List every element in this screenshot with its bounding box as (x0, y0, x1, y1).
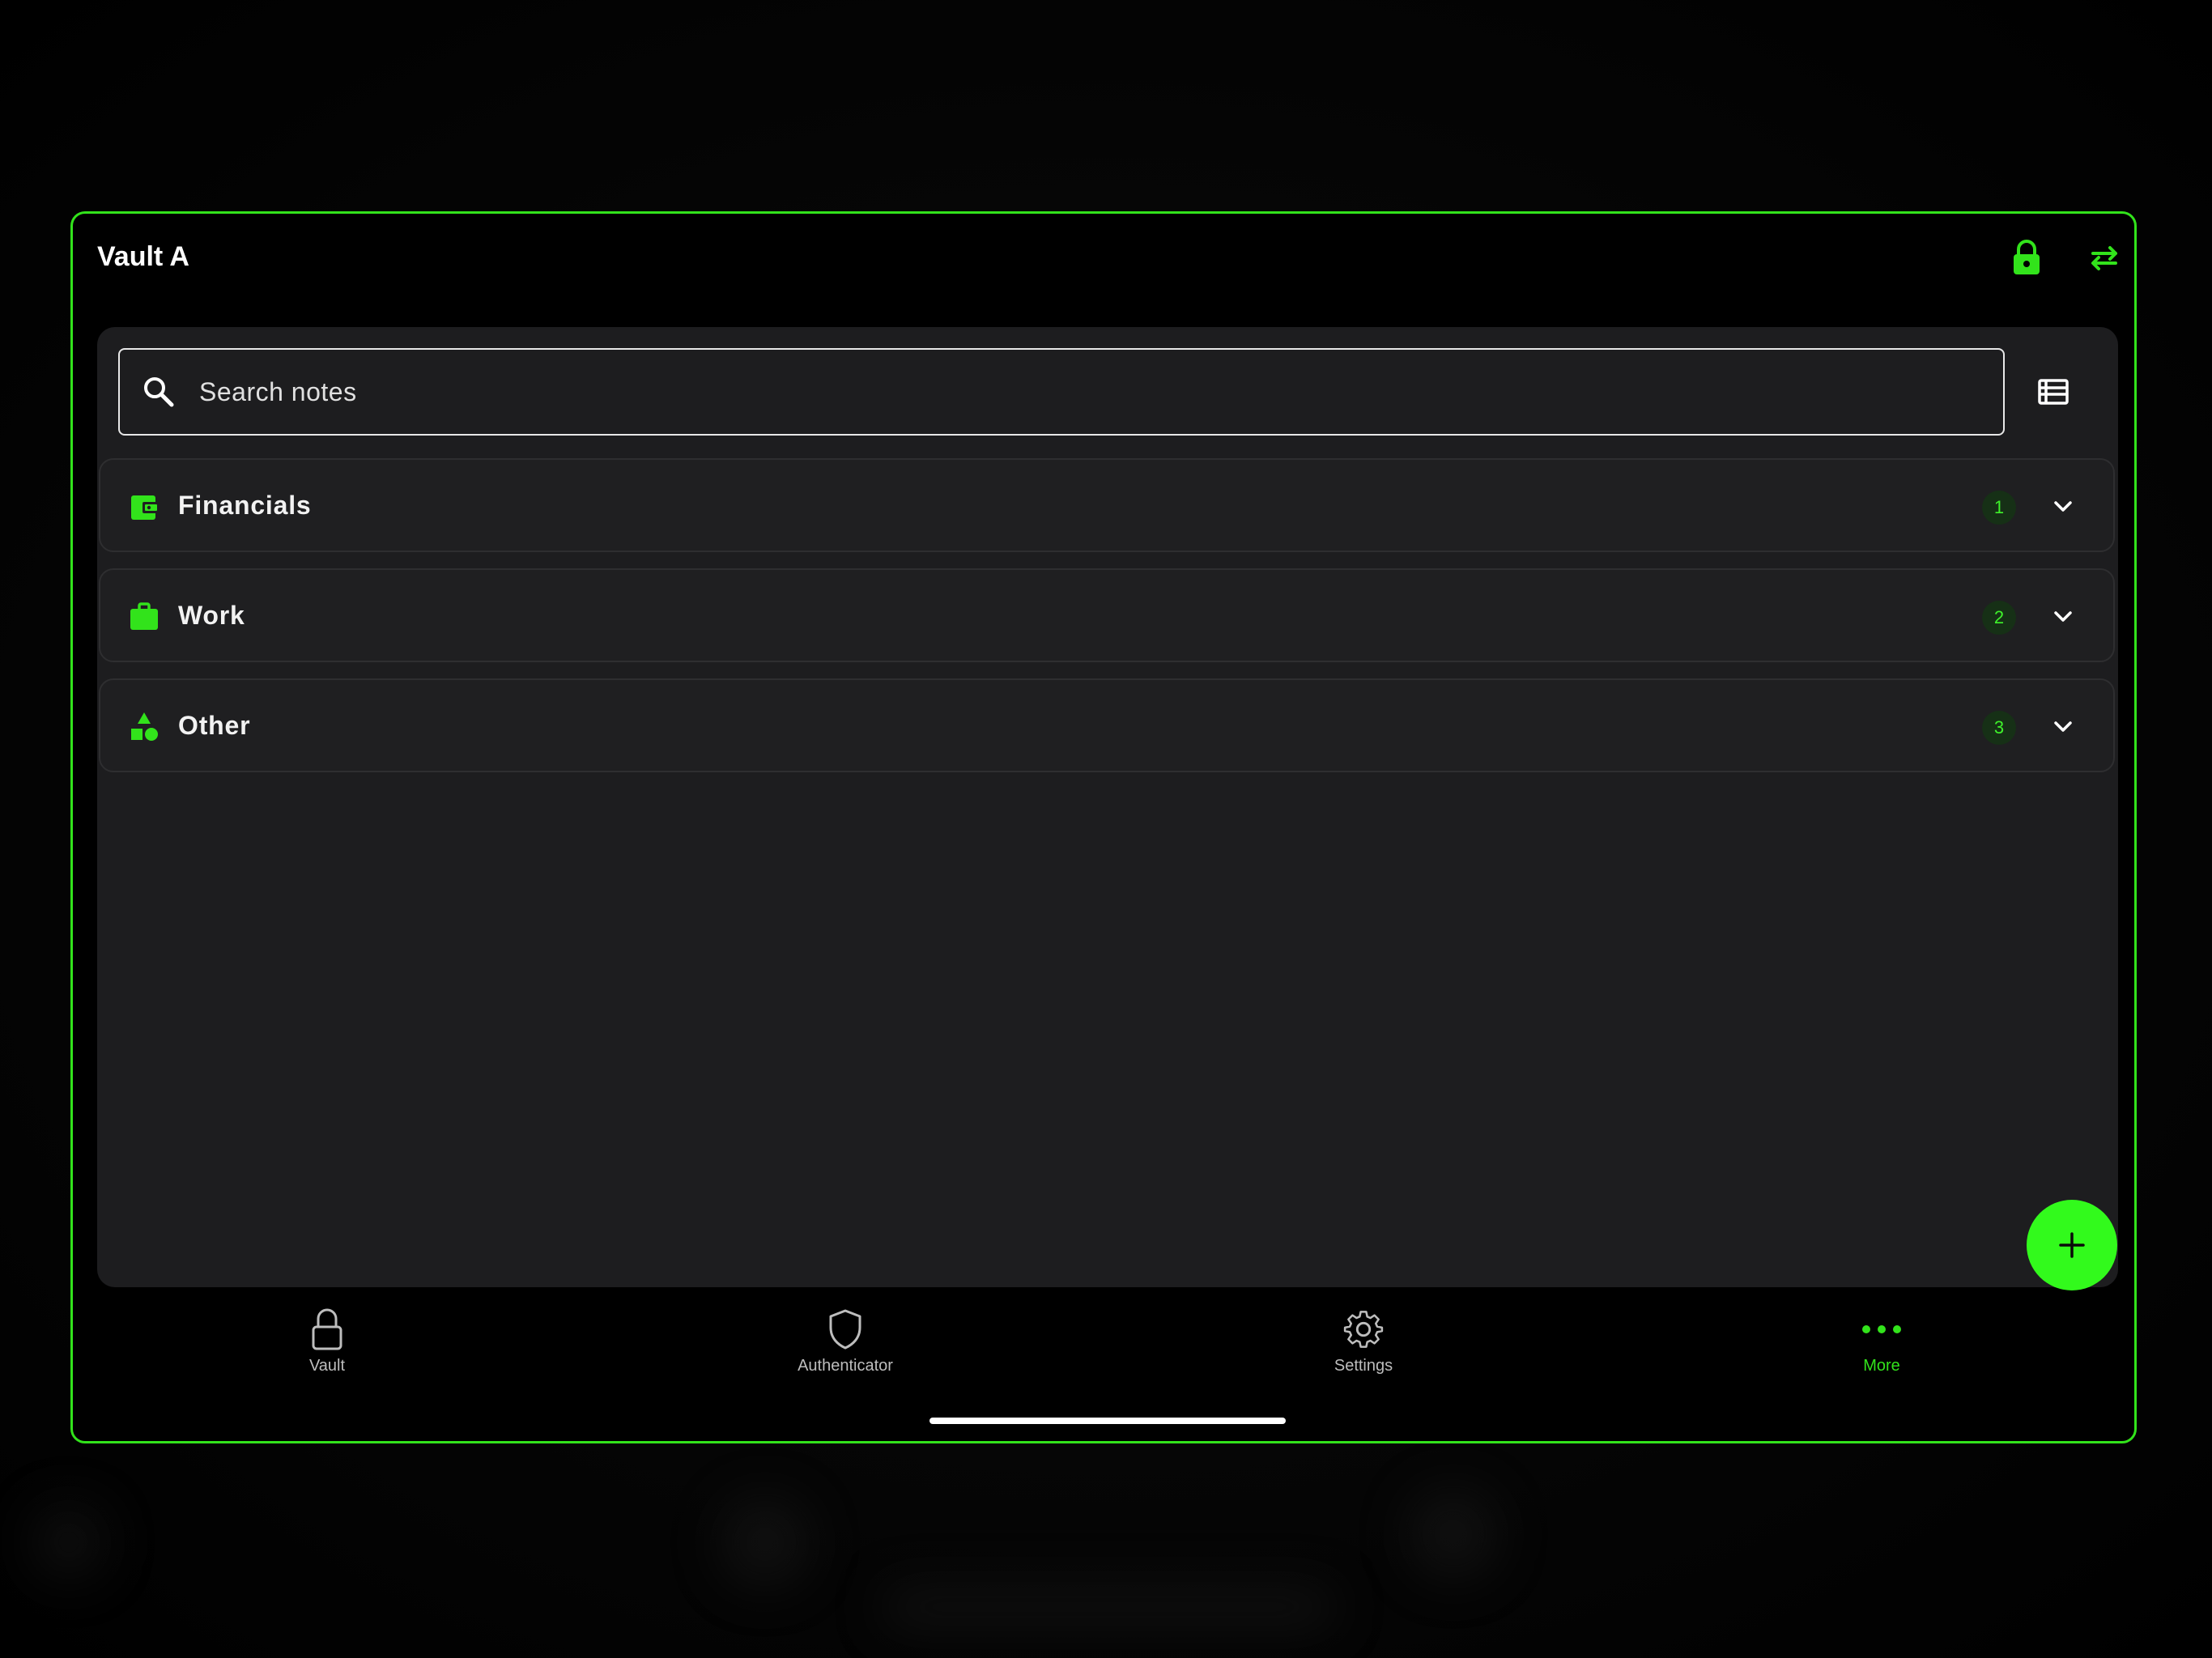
category-count-badge: 2 (1982, 601, 2016, 635)
nav-label: More (1863, 1357, 1900, 1375)
gear-icon (1342, 1307, 1385, 1352)
nav-label: Settings (1334, 1357, 1393, 1375)
swap-arrows-icon[interactable] (2085, 238, 2124, 277)
bottom-navigation: Vault Authenticator Settings More (73, 1307, 2134, 1404)
chevron-down-icon[interactable] (2048, 492, 2078, 521)
shapes-icon (131, 712, 158, 741)
plus-icon (2059, 1232, 2085, 1258)
lock-icon[interactable] (2007, 238, 2046, 277)
category-work[interactable]: Work 2 (99, 568, 2115, 662)
category-label: Other (178, 711, 251, 740)
search-bar[interactable] (118, 348, 2005, 436)
nav-label: Vault (308, 1357, 346, 1375)
app-window: Vault A Search notes Financials 1 Work 2… (70, 211, 2137, 1443)
page-title: Vault A (97, 241, 189, 272)
shield-icon (824, 1307, 866, 1352)
list-view-toggle-icon[interactable] (2029, 368, 2078, 416)
wallet-icon (131, 495, 157, 520)
blurred-icon (1409, 1490, 1498, 1579)
chevron-down-icon[interactable] (2048, 712, 2078, 742)
notes-panel: Financials 1 Work 2 Other (97, 327, 2118, 1287)
blurred-icon (721, 1498, 810, 1587)
briefcase-icon (130, 602, 158, 630)
category-label: Financials (178, 491, 312, 520)
nav-item-more[interactable]: More (1784, 1307, 1979, 1396)
category-count-badge: 3 (1982, 711, 2016, 745)
search-icon (144, 377, 174, 407)
category-financials[interactable]: Financials 1 (99, 458, 2115, 552)
more-dots-icon (1861, 1307, 1903, 1352)
blurred-icon (32, 1506, 105, 1579)
home-indicator[interactable] (929, 1418, 1286, 1424)
category-label: Work (178, 601, 245, 630)
category-count-badge: 1 (1982, 491, 2016, 525)
nav-item-vault[interactable]: Vault (230, 1307, 424, 1396)
lock-outline-icon (306, 1307, 348, 1352)
nav-label: Authenticator (798, 1357, 893, 1375)
blurred-bar (883, 1587, 1336, 1627)
nav-item-settings[interactable]: Settings (1266, 1307, 1461, 1396)
chevron-down-icon[interactable] (2048, 602, 2078, 631)
add-note-button[interactable] (2027, 1200, 2117, 1290)
search-input[interactable] (198, 376, 2003, 408)
nav-item-authenticator[interactable]: Authenticator (748, 1307, 942, 1396)
category-other[interactable]: Other 3 (99, 678, 2115, 772)
